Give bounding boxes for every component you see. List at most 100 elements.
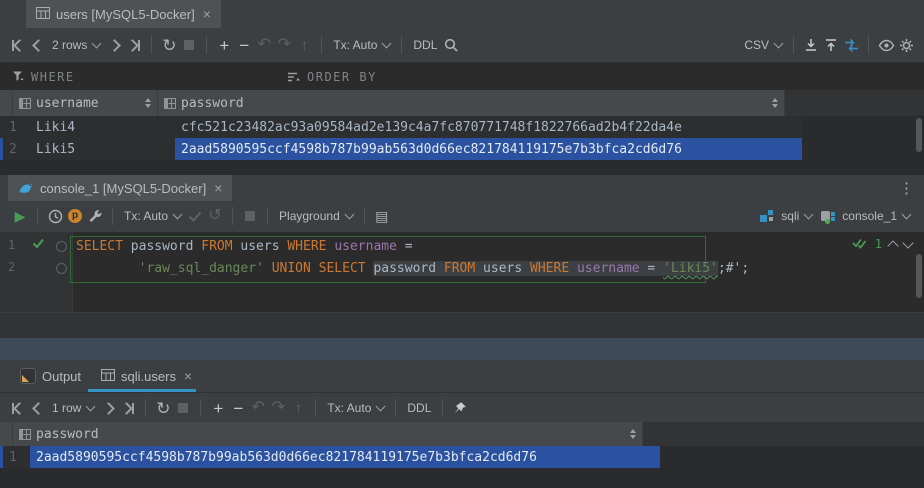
- row-number: 1: [0, 446, 30, 468]
- grid-row-1: 1 Liki4 cfc521c23482ac93a09584ad2e139c4a…: [0, 116, 924, 138]
- first-page-button[interactable]: [8, 397, 28, 419]
- playground-dropdown[interactable]: Playground: [275, 209, 357, 223]
- next-page-button[interactable]: [104, 34, 124, 56]
- inspection-widget: 1: [852, 237, 912, 251]
- cell-username[interactable]: Liki5: [30, 138, 175, 160]
- close-icon[interactable]: ×: [214, 180, 222, 196]
- tab-console-1[interactable]: console_1 [MySQL5-Docker] ×: [8, 175, 232, 201]
- schema-dropdown[interactable]: sqli: [755, 209, 816, 223]
- tab-sqli-users[interactable]: sqli.users ×: [91, 360, 202, 392]
- table-grid-icon: [36, 7, 50, 21]
- tab-users-grid[interactable]: users [MySQL5-Docker] ×: [26, 0, 221, 28]
- row-number: 1: [0, 116, 30, 138]
- history-clock-icon[interactable]: [45, 205, 65, 227]
- code-line-1[interactable]: SELECT password FROM users WHERE usernam…: [76, 239, 413, 254]
- add-row-button[interactable]: +: [214, 34, 234, 56]
- divider: [151, 36, 152, 54]
- sort-toggle-icon[interactable]: [137, 98, 151, 108]
- close-icon[interactable]: ×: [184, 368, 192, 384]
- export-data-icon[interactable]: [801, 34, 821, 56]
- editor-scrollbar[interactable]: [916, 254, 922, 298]
- success-check-icon: [32, 238, 48, 252]
- previous-result-icon[interactable]: [887, 240, 898, 251]
- divider: [200, 399, 201, 417]
- cell-password-selected[interactable]: 2aad5890595ccf4598b787b99ab563d0d66ec821…: [175, 138, 802, 160]
- tx-mode-dropdown[interactable]: Tx: Auto: [323, 401, 388, 415]
- chevron-down-icon: [173, 209, 183, 219]
- previous-page-button[interactable]: [28, 34, 48, 56]
- result-tab-bar: Output sqli.users ×: [0, 360, 924, 392]
- fold-marker-icon[interactable]: [56, 263, 67, 274]
- tab-output[interactable]: Output: [10, 360, 91, 392]
- refresh-icon[interactable]: ↻: [159, 34, 179, 56]
- where-filter-input[interactable]: WHERE: [8, 70, 79, 84]
- divider: [37, 207, 38, 225]
- result-header-row: password: [0, 422, 924, 446]
- sort-toggle-icon[interactable]: [622, 429, 636, 439]
- grid-row-2-selected: 2 Liki5 2aad5890595ccf4598b787b99ab563d0…: [0, 138, 924, 160]
- revert-icon: ↶: [254, 34, 274, 56]
- tx-mode-dropdown[interactable]: Tx: Auto: [120, 209, 185, 223]
- column-header-password[interactable]: password: [13, 422, 643, 446]
- cell-password-selected[interactable]: 2aad5890595ccf4598b787b99ab563d0d66ec821…: [30, 446, 660, 468]
- wrench-settings-icon[interactable]: [85, 205, 105, 227]
- sort-toggle-icon[interactable]: [764, 98, 778, 108]
- page-size-dropdown[interactable]: 1 row: [48, 401, 98, 415]
- export-format-dropdown[interactable]: CSV: [740, 38, 786, 52]
- pin-icon[interactable]: [450, 397, 470, 419]
- kebab-menu-icon[interactable]: ⋮: [899, 179, 914, 197]
- rollback-icon: ↺: [205, 205, 225, 227]
- inspection-count: 1: [875, 237, 882, 251]
- ddl-button[interactable]: DDL: [409, 38, 441, 52]
- column-header-username[interactable]: username: [13, 90, 158, 116]
- session-dropdown[interactable]: console_1: [816, 209, 914, 223]
- submit-icon: ↑: [288, 397, 308, 419]
- previous-page-button[interactable]: [28, 397, 48, 419]
- grid-empty-area: [0, 160, 924, 174]
- parameters-icon[interactable]: p: [65, 205, 85, 227]
- last-page-button[interactable]: [124, 34, 144, 56]
- compare-sync-icon[interactable]: [841, 34, 861, 56]
- divider: [112, 207, 113, 225]
- add-row-button[interactable]: +: [208, 397, 228, 419]
- execute-play-icon[interactable]: ▶: [10, 205, 30, 227]
- last-page-button[interactable]: [118, 397, 138, 419]
- submit-icon: ↑: [294, 34, 314, 56]
- cell-password[interactable]: cfc521c23482ac93a09584ad2e139c4a7fc87077…: [175, 116, 802, 138]
- filter-funnel-icon: [12, 70, 25, 84]
- column-header-password[interactable]: password: [158, 90, 785, 116]
- delete-row-button[interactable]: −: [234, 34, 254, 56]
- next-result-icon[interactable]: [902, 237, 913, 248]
- divider: [395, 399, 396, 417]
- next-page-button[interactable]: [98, 397, 118, 419]
- import-data-icon[interactable]: [821, 34, 841, 56]
- sql-editor[interactable]: 1 2 SELECT password FROM users WHERE use…: [0, 232, 924, 312]
- schema-icon: [759, 209, 775, 223]
- output-layout-icon[interactable]: ▤: [372, 205, 392, 227]
- row-number-header: [0, 90, 13, 116]
- code-line-2[interactable]: 'raw_sql_danger' UNION SELECT password F…: [76, 261, 749, 276]
- grid-scrollbar[interactable]: [916, 118, 922, 152]
- ddl-button[interactable]: DDL: [403, 401, 435, 415]
- divider: [267, 207, 268, 225]
- grid-header-row: username password: [0, 90, 924, 116]
- settings-gear-icon[interactable]: [896, 34, 916, 56]
- row-number-header: [0, 422, 13, 446]
- refresh-icon[interactable]: ↻: [153, 397, 173, 419]
- line-number: 2: [8, 260, 24, 274]
- stop-icon: [173, 397, 193, 419]
- page-size-dropdown[interactable]: 2 rows: [48, 38, 104, 52]
- delete-row-button[interactable]: −: [228, 397, 248, 419]
- tx-mode-dropdown[interactable]: Tx: Auto: [329, 38, 394, 52]
- cell-username[interactable]: Liki4: [30, 116, 175, 138]
- search-icon[interactable]: [441, 34, 461, 56]
- close-icon[interactable]: ×: [203, 6, 211, 22]
- database-ide-window: users [MySQL5-Docker] × 2 rows ↻ + − ↶ ↷…: [0, 0, 924, 488]
- line-number: 1: [8, 238, 24, 252]
- commit-check-icon: [185, 205, 205, 227]
- first-page-button[interactable]: [8, 34, 28, 56]
- fold-marker-icon[interactable]: [56, 241, 67, 252]
- stop-icon: [240, 205, 260, 227]
- view-options-icon[interactable]: [876, 34, 896, 56]
- order-by-input[interactable]: ORDER BY: [283, 70, 381, 84]
